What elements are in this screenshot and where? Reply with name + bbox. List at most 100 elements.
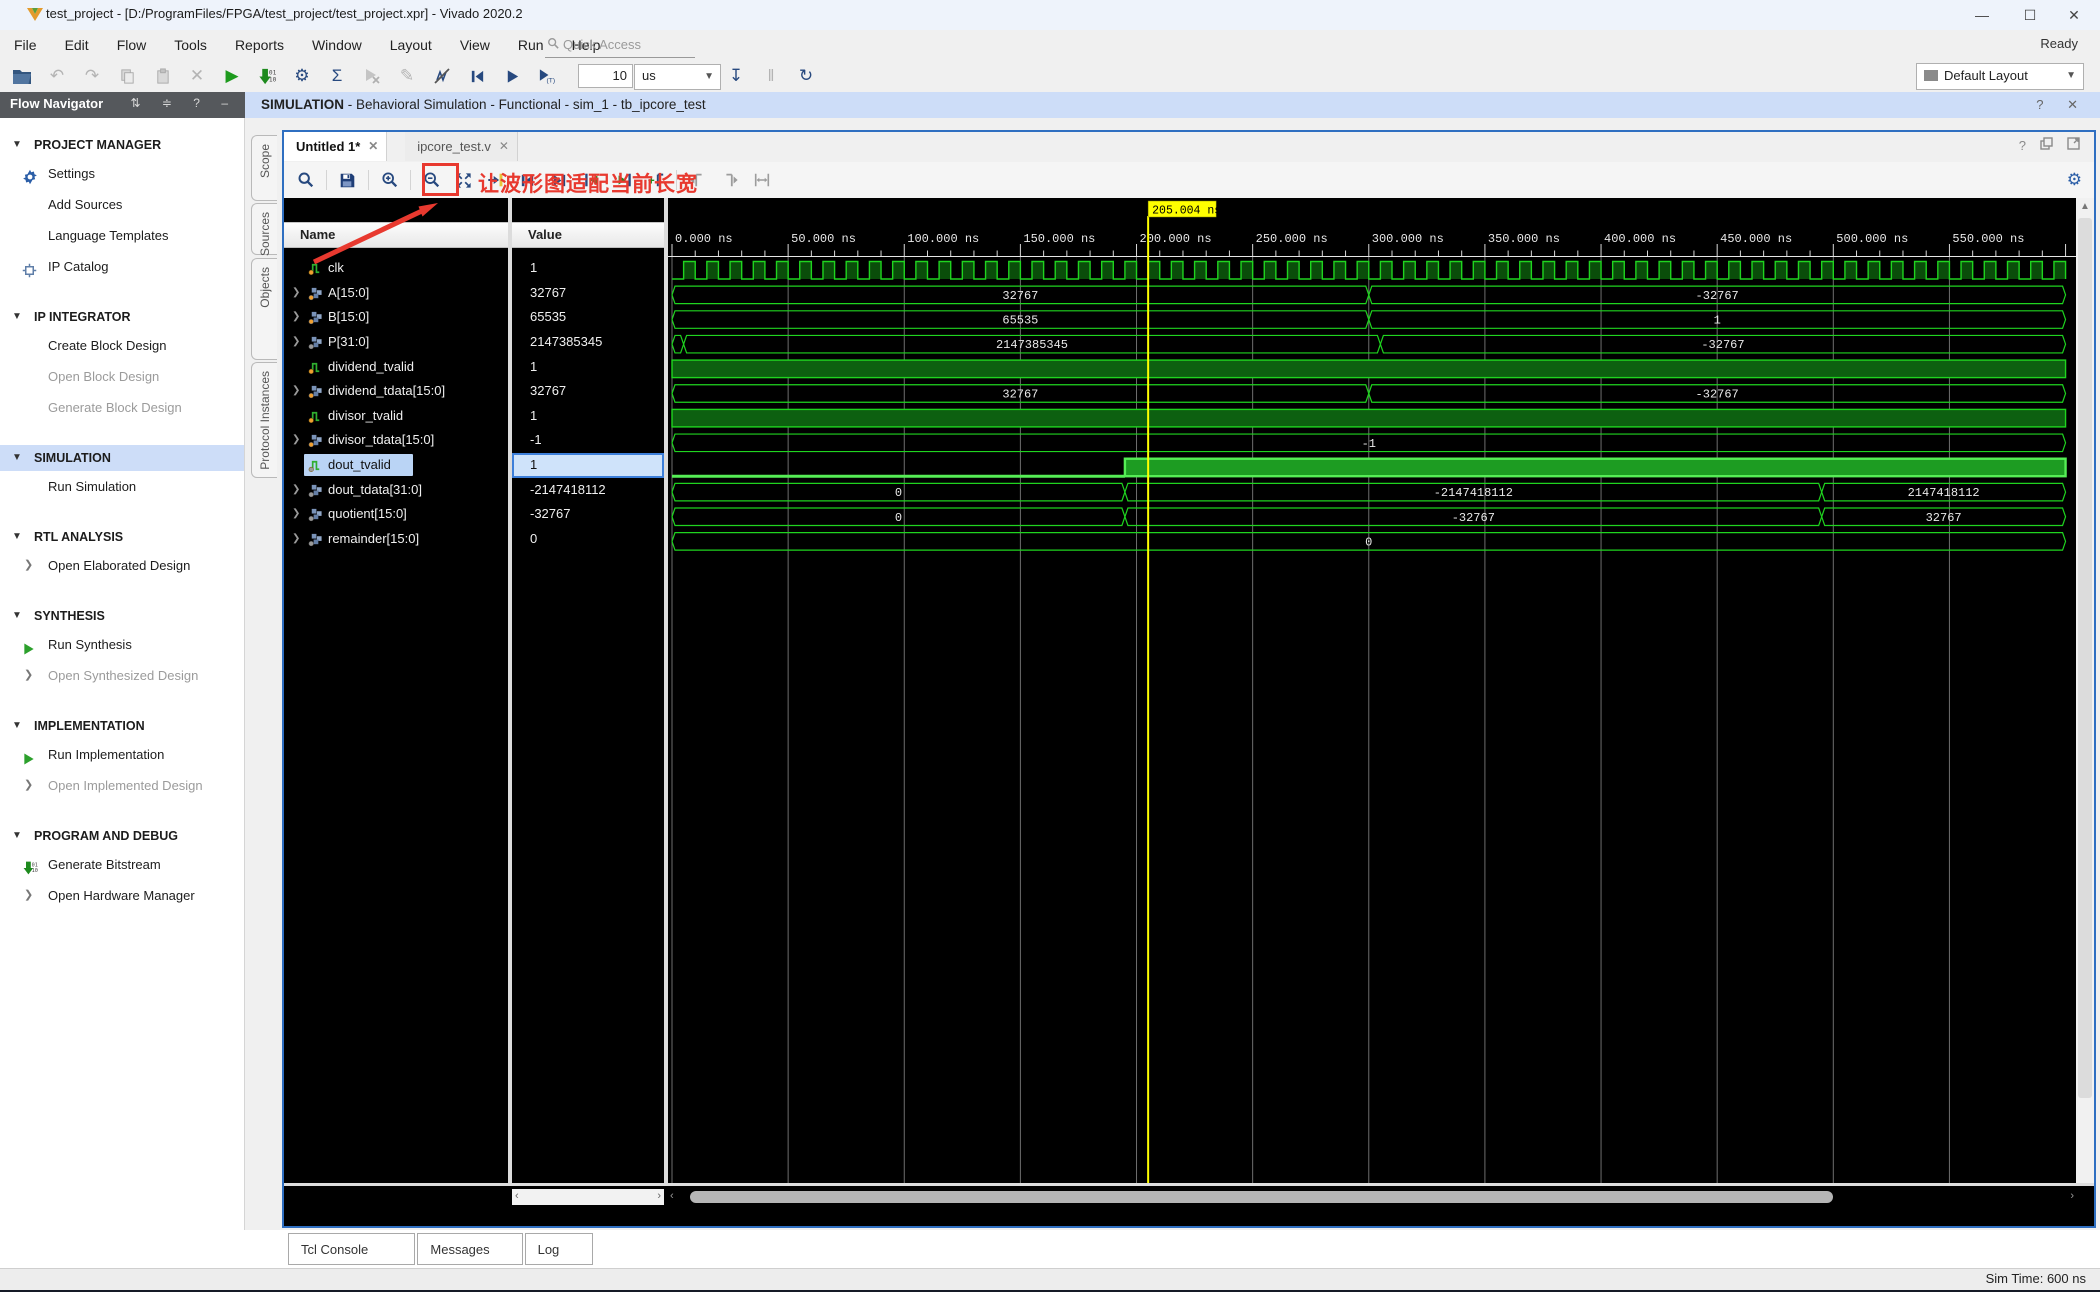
signal-row-divisor-tvalid[interactable]: divisor_tvalid xyxy=(284,404,508,429)
run-for-time-icon[interactable]: (T) xyxy=(535,64,559,88)
expand-chevron-icon[interactable]: ❯ xyxy=(292,478,300,503)
sidebar-item-settings[interactable]: Settings xyxy=(0,158,244,189)
close-icon[interactable]: ✕ xyxy=(499,132,509,161)
report-sum-icon[interactable]: Σ xyxy=(325,64,349,88)
console-tab-tcl-console[interactable]: Tcl Console xyxy=(288,1233,416,1265)
signal-value-A-15-0-[interactable]: 32767 xyxy=(512,281,664,306)
help-icon[interactable]: ? xyxy=(2019,138,2026,153)
signal-row-divisor-tdata-15-0-[interactable]: ❯ divisor_tdata[15:0] xyxy=(284,428,508,453)
expand-chevron-icon[interactable]: ❯ xyxy=(292,379,300,404)
menu-tools[interactable]: Tools xyxy=(160,30,221,60)
sidebar-item-generate-block-design[interactable]: Generate Block Design xyxy=(0,392,244,423)
sidebar-item-run-synthesis[interactable]: Run Synthesis xyxy=(0,629,244,660)
side-tab-protocol-instances[interactable]: Protocol Instances xyxy=(251,362,277,478)
menu-view[interactable]: View xyxy=(446,30,504,60)
save-wave-config-icon[interactable] xyxy=(336,169,359,192)
side-tab-scope[interactable]: Scope xyxy=(251,135,277,201)
wave-tab-ipcore-test-v[interactable]: ipcore_test.v ✕ xyxy=(405,132,518,161)
signal-row-dividend-tdata-15-0-[interactable]: ❯ dividend_tdata[15:0] xyxy=(284,379,508,404)
scrollbar-thumb[interactable] xyxy=(2078,218,2092,1098)
layout-selector[interactable]: Default Layout ▼ xyxy=(1916,63,2084,90)
menu-window[interactable]: Window xyxy=(298,30,376,60)
chevron-right-icon[interactable]: ❯ xyxy=(24,660,33,691)
find-icon[interactable] xyxy=(294,169,317,192)
signal-value-remainder-15-0-[interactable]: 0 xyxy=(512,527,664,552)
sidebar-item-create-block-design[interactable]: Create Block Design xyxy=(0,330,244,361)
no-probe-icon[interactable] xyxy=(430,64,454,88)
sidebar-item-open-block-design[interactable]: Open Block Design xyxy=(0,361,244,392)
settings-gear-icon[interactable]: ⚙ xyxy=(290,64,314,88)
signal-row-dout-tvalid[interactable]: dout_tvalid xyxy=(284,453,508,478)
expand-chevron-icon[interactable]: ❯ xyxy=(292,281,300,306)
signal-value-quotient-15-0-[interactable]: -32767 xyxy=(512,502,664,527)
flow-section-synthesis[interactable]: ▼ SYNTHESIS xyxy=(0,603,244,629)
side-tab-sources[interactable]: Sources xyxy=(251,203,277,256)
signal-row-B-15-0-[interactable]: ❯ B[15:0] xyxy=(284,305,508,330)
time-unit-select[interactable]: us ▼ xyxy=(634,64,721,90)
signal-row-A-15-0-[interactable]: ❯ A[15:0] xyxy=(284,281,508,306)
waveform-canvas[interactable]: 0.000 ns 50.000 ns 100.000 ns 150.000 ns 200… xyxy=(668,198,2076,1183)
run-time-input[interactable]: 10 xyxy=(578,64,633,88)
sidebar-item-open-implemented-design[interactable]: ❯ Open Implemented Design xyxy=(0,770,244,801)
signal-value-B-15-0-[interactable]: 65535 xyxy=(512,305,664,330)
flow-section-simulation[interactable]: ▼ SIMULATION xyxy=(0,445,244,471)
signal-value-clk[interactable]: 1 xyxy=(512,256,664,281)
sidebar-item-generate-bitstream[interactable]: 01 10 Generate Bitstream xyxy=(0,849,244,880)
open-file-icon[interactable] xyxy=(10,64,34,88)
wave-divisor-tvalid[interactable] xyxy=(671,408,2067,428)
sidebar-item-open-hardware-manager[interactable]: ❯ Open Hardware Manager xyxy=(0,880,244,911)
signal-value-dividend-tvalid[interactable]: 1 xyxy=(512,355,664,380)
waveform-svg[interactable]: 0.000 ns 50.000 ns 100.000 ns 150.000 ns 200… xyxy=(668,198,2076,1183)
sidebar-item-run-simulation[interactable]: Run Simulation xyxy=(0,471,244,502)
zoom-in-icon[interactable] xyxy=(378,169,401,192)
chevron-right-icon[interactable]: ❯ xyxy=(24,880,33,911)
signal-row-clk[interactable]: clk xyxy=(284,256,508,281)
close-icon[interactable]: ✕ xyxy=(368,132,378,161)
signal-row-P-31-0-[interactable]: ❯ P[31:0] xyxy=(284,330,508,355)
expand-chevron-icon[interactable]: ❯ xyxy=(292,502,300,527)
signal-value-divisor-tvalid[interactable]: 1 xyxy=(512,404,664,429)
expand-chevron-icon[interactable]: ❯ xyxy=(292,305,300,330)
signal-value-dividend-tdata-15-0-[interactable]: 32767 xyxy=(512,379,664,404)
generate-bitstream-icon[interactable]: 01 10 xyxy=(255,64,279,88)
wave-tab-untitled-1-[interactable]: Untitled 1* ✕ xyxy=(284,132,388,161)
close-button[interactable]: ✕ xyxy=(2052,0,2096,30)
maximize-button[interactable]: ☐ xyxy=(2008,0,2052,30)
flow-navigator-header-icons[interactable]: ⇅ ≑ ? – xyxy=(131,96,237,110)
expand-chevron-icon[interactable]: ❯ xyxy=(292,330,300,355)
flow-section-rtl-analysis[interactable]: ▼ RTL ANALYSIS xyxy=(0,524,244,550)
help-icon[interactable]: ? xyxy=(2036,97,2053,112)
waveform-scrollbar[interactable]: ‹ › xyxy=(668,1189,2076,1205)
chevron-right-icon[interactable]: ❯ xyxy=(24,550,33,581)
step-icon[interactable]: ↧ xyxy=(724,64,748,88)
next-marker-icon[interactable] xyxy=(718,169,741,192)
vertical-scrollbar[interactable]: ▲ xyxy=(2076,198,2094,1183)
signal-row-remainder-15-0-[interactable]: ❯ remainder[15:0] xyxy=(284,527,508,552)
wave-settings-gear-icon[interactable]: ⚙ xyxy=(2067,170,2082,190)
minimize-button[interactable]: — xyxy=(1960,0,2004,30)
swap-cursors-icon[interactable] xyxy=(750,169,773,192)
quick-access-search[interactable]: Quick Access xyxy=(545,33,695,58)
run-icon[interactable]: ▶ xyxy=(220,64,244,88)
menu-flow[interactable]: Flow xyxy=(103,30,161,60)
menu-layout[interactable]: Layout xyxy=(376,30,446,60)
signal-row-quotient-15-0-[interactable]: ❯ quotient[15:0] xyxy=(284,502,508,527)
signal-value-dout-tvalid[interactable]: 1 xyxy=(512,453,664,478)
restart-simulation-icon[interactable] xyxy=(465,64,489,88)
chevron-right-icon[interactable]: ❯ xyxy=(24,770,33,801)
wave-dividend-tvalid[interactable] xyxy=(671,359,2067,379)
sidebar-item-language-templates[interactable]: Language Templates xyxy=(0,220,244,251)
side-tab-objects[interactable]: Objects xyxy=(251,258,277,360)
run-all-icon[interactable] xyxy=(500,64,524,88)
sidebar-item-open-elaborated-design[interactable]: ❯ Open Elaborated Design xyxy=(0,550,244,581)
signal-row-dividend-tvalid[interactable]: dividend_tvalid xyxy=(284,355,508,380)
signal-value-divisor-tdata-15-0-[interactable]: -1 xyxy=(512,428,664,453)
sidebar-item-ip-catalog[interactable]: IP Catalog xyxy=(0,251,244,282)
flow-section-implementation[interactable]: ▼ IMPLEMENTATION xyxy=(0,713,244,739)
signal-value-P-31-0-[interactable]: 2147385345 xyxy=(512,330,664,355)
flow-section-ip-integrator[interactable]: ▼ IP INTEGRATOR xyxy=(0,304,244,330)
sidebar-item-add-sources[interactable]: Add Sources xyxy=(0,189,244,220)
scroll-up-icon[interactable]: ▲ xyxy=(2076,198,2094,212)
menu-edit[interactable]: Edit xyxy=(51,30,103,60)
sidebar-item-run-implementation[interactable]: Run Implementation xyxy=(0,739,244,770)
